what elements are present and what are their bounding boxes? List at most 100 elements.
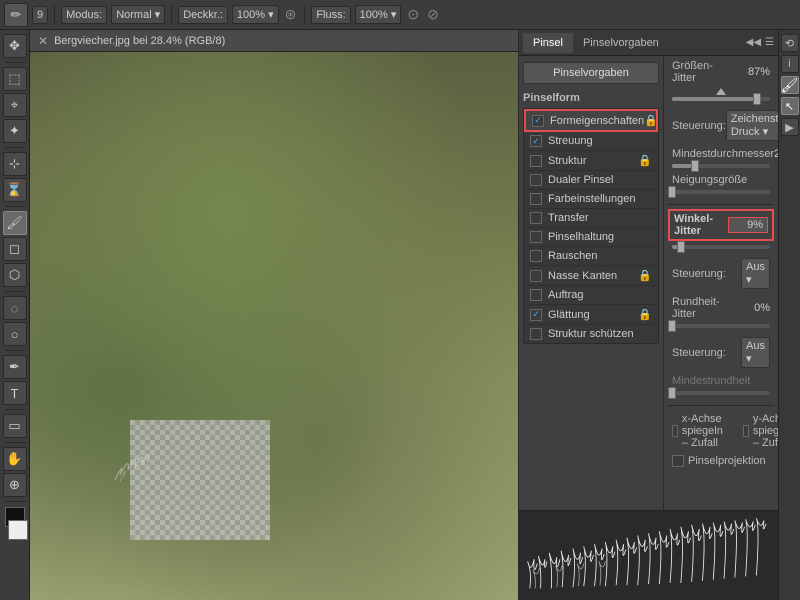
mindestrundheit-slider-track[interactable] <box>672 391 770 395</box>
pen-tool[interactable]: ✒ <box>3 355 27 379</box>
groessen-slider[interactable] <box>668 97 774 107</box>
prop-item-1[interactable]: Streuung <box>524 132 658 151</box>
panel-menu-btn[interactable]: ☰ <box>765 37 774 48</box>
eyedropper-tool[interactable]: ⌛ <box>3 178 27 202</box>
pinselprojektion-checkbox[interactable] <box>672 455 684 467</box>
prop-checkbox-0[interactable] <box>532 115 544 127</box>
prop-item-2[interactable]: Struktur🔒 <box>524 151 658 171</box>
steuerung1-select[interactable]: Zeichenstift-Druck ▾ <box>726 110 778 141</box>
steuerung2-select[interactable]: Aus ▾ <box>741 258 770 289</box>
brush-tool-btn[interactable]: 🖌 <box>3 211 27 235</box>
prop-checkbox-8[interactable] <box>530 270 542 282</box>
groessen-slider-thumb[interactable] <box>753 93 761 105</box>
shape-tool[interactable]: ▭ <box>3 414 27 438</box>
prop-checkbox-11[interactable] <box>530 328 542 340</box>
winkel-jitter-value[interactable]: 9% <box>728 217 768 233</box>
prop-item-8[interactable]: Nasse Kanten🔒 <box>524 266 658 286</box>
toolbar-separator-3 <box>304 5 305 25</box>
mode-select[interactable]: Normal ▾ <box>111 5 165 24</box>
prop-item-3[interactable]: Dualer Pinsel <box>524 171 658 190</box>
prop-checkbox-5[interactable] <box>530 212 542 224</box>
eraser-tool[interactable]: ◻ <box>3 237 27 261</box>
winkel-slider-track[interactable] <box>672 245 770 249</box>
paint-bucket-tool[interactable]: ⬡ <box>3 263 27 287</box>
prop-checkbox-3[interactable] <box>530 174 542 186</box>
wand-tool[interactable]: ✦ <box>3 119 27 143</box>
dodge-tool[interactable]: ○ <box>3 322 27 346</box>
winkel-slider[interactable] <box>668 245 774 255</box>
mindestrundheit-slider-thumb[interactable] <box>668 387 676 399</box>
neigungs-slider-track[interactable] <box>672 190 770 194</box>
tool-separator-8 <box>5 501 25 502</box>
prop-item-10[interactable]: Glättung🔒 <box>524 305 658 325</box>
image-canvas[interactable] <box>30 52 518 600</box>
prop-item-6[interactable]: Pinselhaltung <box>524 228 658 247</box>
prop-checkbox-1[interactable] <box>530 135 542 147</box>
crop-tool[interactable]: ⊹ <box>3 152 27 176</box>
mindest-slider-track[interactable] <box>672 164 770 168</box>
prop-lock-10: 🔒 <box>638 308 652 321</box>
y-achse-item[interactable]: y-Achse spiegeln – Zufall <box>743 413 778 449</box>
divider-1 <box>668 204 774 205</box>
panel-expand-icon[interactable]: ▶ <box>781 118 799 136</box>
prop-checkbox-4[interactable] <box>530 193 542 205</box>
prop-item-0[interactable]: Formeigenschaften🔒 <box>524 109 658 132</box>
canvas-content[interactable] <box>30 52 518 600</box>
prop-checkbox-10[interactable] <box>530 309 542 321</box>
blur-tool[interactable]: ◌ <box>3 296 27 320</box>
prop-item-9[interactable]: Auftrag <box>524 286 658 305</box>
panel-arrow-left[interactable]: ◀◀ <box>746 37 761 48</box>
prop-item-5[interactable]: Transfer <box>524 209 658 228</box>
panel-menu-arrows[interactable]: ◀◀ ☰ <box>746 37 774 48</box>
rundheit-slider-track[interactable] <box>672 324 770 328</box>
prop-checkbox-2[interactable] <box>530 155 542 167</box>
brush-settings-icon[interactable]: 🖌 <box>781 76 799 94</box>
brush-size-control[interactable]: 9 <box>32 6 48 24</box>
text-tool[interactable]: T <box>3 381 27 405</box>
pinselvorgaben-btn[interactable]: Pinselvorgaben <box>523 62 659 84</box>
mindest-slider[interactable] <box>668 164 774 174</box>
opacity-control[interactable]: 100% ▾ <box>232 5 279 24</box>
marquee-tool[interactable]: ⬚ <box>3 67 27 91</box>
mindestrundheit-slider[interactable] <box>668 391 774 401</box>
x-achse-item[interactable]: x-Achse spiegeln – Zufall <box>672 413 729 449</box>
prop-item-11[interactable]: Struktur schützen <box>524 325 658 343</box>
close-tab-btn[interactable]: ✕ <box>38 34 48 48</box>
winkel-slider-thumb[interactable] <box>677 241 685 253</box>
rundheit-slider-thumb[interactable] <box>668 320 676 332</box>
y-achse-checkbox[interactable] <box>743 425 749 437</box>
hand-tool[interactable]: ✋ <box>3 447 27 471</box>
history-icon[interactable]: ⟲ <box>781 34 799 52</box>
prop-item-4[interactable]: Farbeinstellungen <box>524 190 658 209</box>
mindest-slider-thumb[interactable] <box>691 160 699 172</box>
info-icon[interactable]: i <box>781 55 799 73</box>
main-area: ✥ ⬚ ⌖ ✦ ⊹ ⌛ 🖌 ◻ ⬡ ◌ ○ ✒ T ▭ ✋ ⊕ ✕ Bergvi… <box>0 30 800 600</box>
neigungs-row: Neigungsgröße <box>668 174 774 186</box>
neigungs-slider-thumb[interactable] <box>668 186 676 198</box>
pinselprojektion-item[interactable]: Pinselprojektion <box>672 455 766 467</box>
lasso-tool[interactable]: ⌖ <box>3 93 27 117</box>
cursor-icon[interactable]: ↖ <box>781 97 799 115</box>
prop-item-7[interactable]: Rauschen <box>524 247 658 266</box>
tab-pinselvorgaben[interactable]: Pinselvorgaben <box>573 33 669 53</box>
neigungs-slider[interactable] <box>668 190 774 200</box>
background-color[interactable] <box>8 520 28 540</box>
steuerung3-select[interactable]: Aus ▾ <box>741 337 770 368</box>
rundheit-slider[interactable] <box>668 324 774 334</box>
opacity-label: Deckkr.: <box>178 6 228 24</box>
move-tool[interactable]: ✥ <box>3 34 27 58</box>
steuerung2-chevron: ▾ <box>746 274 752 286</box>
x-achse-checkbox[interactable] <box>672 425 678 437</box>
groessen-slider-track[interactable] <box>672 97 770 101</box>
rundheit-value: 0% <box>730 302 770 314</box>
zoom-tool[interactable]: ⊕ <box>3 473 27 497</box>
brush-tool-icon[interactable]: ✏ <box>4 3 28 27</box>
prop-checkbox-9[interactable] <box>530 289 542 301</box>
prop-checkbox-7[interactable] <box>530 250 542 262</box>
prop-checkbox-6[interactable] <box>530 231 542 243</box>
flow-control[interactable]: 100% ▾ <box>355 5 402 24</box>
steuerung3-row: Steuerung: Aus ▾ <box>668 334 774 371</box>
prop-label-9: Auftrag <box>548 289 652 301</box>
groessen-slider-fill <box>672 97 757 101</box>
tab-pinsel[interactable]: Pinsel <box>523 33 573 53</box>
